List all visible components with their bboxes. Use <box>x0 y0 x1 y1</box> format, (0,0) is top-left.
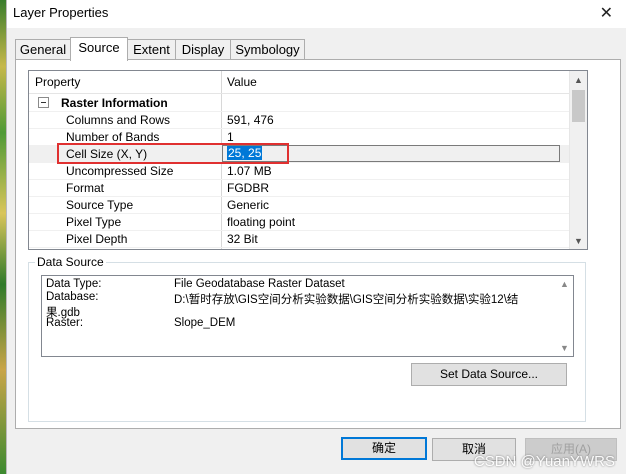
scroll-up-icon[interactable]: ▲ <box>574 75 583 85</box>
property-key: Pixel Type <box>66 215 122 229</box>
data-source-text[interactable]: Data Type: File Geodatabase Raster Datas… <box>41 275 574 357</box>
property-key: Number of Bands <box>66 130 160 144</box>
property-column-header[interactable]: Property <box>35 75 80 89</box>
tab-extent[interactable]: Extent <box>127 39 176 60</box>
scroll-up-icon[interactable]: ▲ <box>560 279 569 289</box>
property-row[interactable]: Pixel Type floating point <box>29 213 569 231</box>
ds-value: D:\暂时存放\GIS空间分析实验数据\GIS空间分析实验数据\实验12\结 <box>174 294 519 306</box>
ds-label: Data Type: <box>46 278 102 290</box>
tab-symbology[interactable]: Symbology <box>230 39 305 60</box>
property-value: floating point <box>227 215 296 229</box>
scroll-down-icon[interactable]: ▼ <box>560 343 569 353</box>
tab-source[interactable]: Source <box>70 37 128 61</box>
data-source-legend: Data Source <box>35 255 106 269</box>
ok-button[interactable]: 确定 <box>341 437 427 460</box>
scroll-thumb[interactable] <box>572 90 585 122</box>
property-value: 591, 476 <box>227 113 274 127</box>
property-value: Generic <box>227 198 270 212</box>
set-data-source-button[interactable]: Set Data Source... <box>411 363 567 386</box>
ds-value: Slope_DEM <box>174 317 236 329</box>
property-key: Columns and Rows <box>66 113 171 127</box>
ds-label: Raster: <box>46 317 84 329</box>
group-label: Raster Information <box>61 96 168 110</box>
property-row[interactable]: Uncompressed Size 1.07 MB <box>29 162 569 180</box>
grid-header: Property Value <box>29 71 569 94</box>
source-panel: Property Value Raster Information Column… <box>15 59 621 429</box>
property-key: Uncompressed Size <box>66 164 174 178</box>
layer-properties-dialog: Layer Properties ✕ General Source Extent… <box>6 0 626 474</box>
collapse-icon[interactable] <box>38 97 49 108</box>
group-raster-information[interactable]: Raster Information <box>29 94 569 112</box>
property-value: 1.07 MB <box>227 164 272 178</box>
value-column-header[interactable]: Value <box>227 75 257 89</box>
ds-label: Database: <box>46 291 99 303</box>
tab-general[interactable]: General <box>15 39 71 60</box>
property-key: Pixel Depth <box>66 232 128 246</box>
property-value: 1 <box>227 130 234 144</box>
scroll-down-icon[interactable]: ▼ <box>574 236 583 246</box>
property-row[interactable]: Pixel Depth 32 Bit <box>29 230 569 248</box>
title-bar: Layer Properties ✕ <box>7 0 626 28</box>
ds-scrollbar[interactable]: ▲ ▼ <box>556 276 573 356</box>
ds-value: File Geodatabase Raster Dataset <box>174 278 345 290</box>
property-row[interactable]: Columns and Rows 591, 476 <box>29 111 569 129</box>
watermark: CSDN @YuanYWRS <box>473 453 615 470</box>
property-row[interactable]: Source Type Generic <box>29 196 569 214</box>
close-icon[interactable]: ✕ <box>600 3 613 23</box>
annotation-highlight <box>57 143 289 164</box>
window-title: Layer Properties <box>13 5 109 20</box>
property-key: Format <box>66 181 105 195</box>
property-key: Source Type <box>66 198 134 212</box>
property-value: 32 Bit <box>227 232 258 246</box>
property-value: FGDBR <box>227 181 269 195</box>
property-row[interactable]: Format FGDBR <box>29 179 569 197</box>
grid-scrollbar[interactable]: ▲ ▼ <box>569 71 587 249</box>
tab-display[interactable]: Display <box>175 39 231 60</box>
